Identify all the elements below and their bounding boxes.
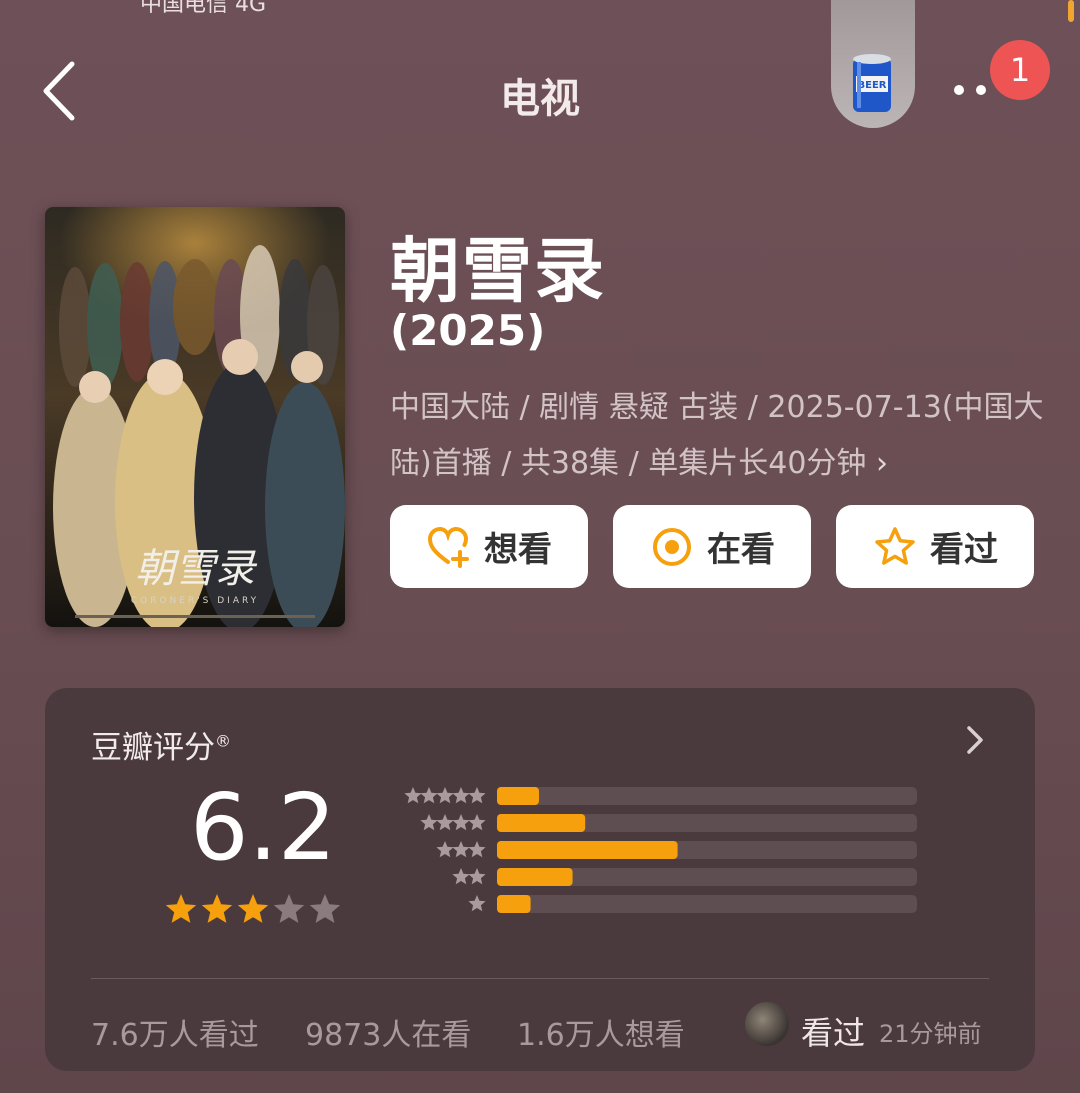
watched-label: 看过 bbox=[930, 530, 998, 570]
show-meta[interactable]: 中国大陆 / 剧情 悬疑 古装 / 2025-07-13(中国大陆)首播 / 共… bbox=[390, 380, 1050, 492]
heart-plus-icon bbox=[427, 526, 469, 568]
score-stars bbox=[165, 894, 341, 923]
want-to-watch-label: 想看 bbox=[484, 530, 552, 570]
distribution-bar-2-star bbox=[497, 868, 573, 886]
rating-card: 豆瓣评分® 6.2 7.6万人看过 9873人在看 1.6万人想看 看过 21分… bbox=[45, 688, 1035, 1071]
status-bar-carrier: 中国电信 4G bbox=[140, 0, 267, 17]
distribution-star-icon bbox=[436, 787, 454, 804]
distribution-bar-track bbox=[497, 787, 917, 805]
registered-mark: ® bbox=[215, 731, 231, 751]
watching-label: 在看 bbox=[707, 530, 775, 570]
star-filled-icon bbox=[165, 894, 197, 923]
poster-calligraphy: 朝雪录 bbox=[135, 546, 258, 592]
avatar[interactable] bbox=[745, 1002, 789, 1046]
rating-chevron-icon[interactable] bbox=[963, 724, 987, 756]
distribution-star-icon bbox=[436, 841, 454, 858]
meta-chevron-icon: › bbox=[875, 446, 888, 481]
distribution-star-icon bbox=[468, 841, 486, 858]
watching-count: 9873人在看 bbox=[305, 1018, 472, 1053]
distribution-star-icon bbox=[452, 787, 470, 804]
show-meta-text: 中国大陆 / 剧情 悬疑 古装 / 2025-07-13(中国大陆)首播 / 共… bbox=[390, 390, 1044, 481]
star-filled-icon bbox=[201, 894, 233, 923]
distribution-star-icon bbox=[436, 814, 454, 831]
friend-time: 21分钟前 bbox=[879, 1020, 982, 1048]
want-to-watch-button[interactable]: 想看 bbox=[390, 505, 588, 588]
distribution-bar-track bbox=[497, 895, 917, 913]
rating-score: 6.2 bbox=[190, 774, 337, 881]
rating-distribution bbox=[404, 787, 917, 913]
beer-can-icon: BEER bbox=[853, 54, 891, 112]
watching-button[interactable]: 在看 bbox=[613, 505, 811, 588]
distribution-star-icon bbox=[468, 814, 486, 831]
star-empty-icon bbox=[273, 894, 305, 923]
distribution-star-icon bbox=[452, 841, 470, 858]
rating-source-text: 豆瓣评分 bbox=[91, 730, 215, 766]
distribution-bar-4-star bbox=[497, 814, 586, 832]
distribution-star-icon bbox=[468, 787, 486, 804]
friend-status: 看过 bbox=[801, 1014, 866, 1052]
distribution-star-icon bbox=[468, 895, 486, 912]
card-divider bbox=[91, 978, 989, 979]
show-year: (2025) bbox=[390, 306, 546, 355]
watched-count: 7.6万人看过 bbox=[91, 1018, 259, 1053]
rating-source-label[interactable]: 豆瓣评分® bbox=[91, 722, 231, 767]
want-count: 1.6万人想看 bbox=[517, 1018, 685, 1053]
show-title: 朝雪录 bbox=[390, 230, 606, 312]
target-circle-icon bbox=[653, 527, 691, 566]
distribution-bar-3-star bbox=[497, 841, 678, 859]
beer-can-button[interactable]: BEER bbox=[831, 0, 915, 128]
watched-button[interactable]: 看过 bbox=[836, 505, 1034, 588]
edge-indicator bbox=[1068, 0, 1074, 22]
distribution-star-icon bbox=[420, 814, 438, 831]
distribution-star-icon bbox=[452, 868, 470, 885]
star-filled-icon bbox=[237, 894, 269, 923]
poster-english-title: CORONER'S DIARY bbox=[131, 596, 259, 606]
distribution-star-icon bbox=[420, 787, 438, 804]
star-outline-icon bbox=[875, 526, 915, 565]
distribution-bar-5-star bbox=[497, 787, 539, 805]
distribution-star-icon bbox=[468, 868, 486, 885]
svg-text:BEER: BEER bbox=[858, 80, 887, 91]
distribution-bar-1-star bbox=[497, 895, 531, 913]
star-empty-icon bbox=[309, 894, 341, 923]
distribution-star-icon bbox=[452, 814, 470, 831]
poster-image[interactable]: 朝雪录 CORONER'S DIARY bbox=[45, 207, 345, 627]
distribution-star-icon bbox=[404, 787, 422, 804]
page-title: 电视 bbox=[500, 76, 580, 122]
notification-badge: 1 bbox=[990, 40, 1050, 100]
more-icon[interactable] bbox=[950, 80, 990, 100]
